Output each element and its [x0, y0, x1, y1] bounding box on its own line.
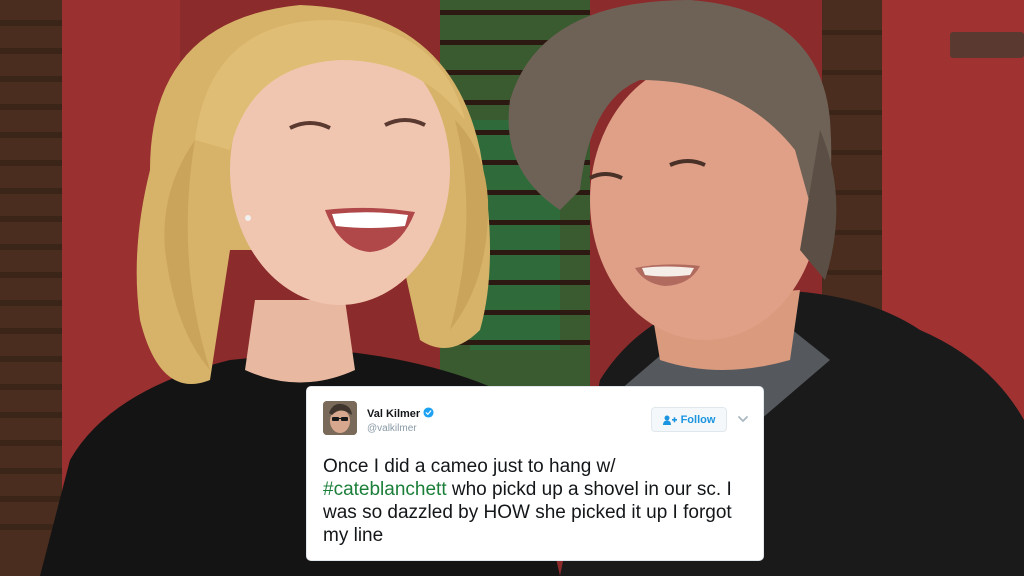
follow-button-label: Follow [680, 413, 716, 426]
embedded-tweet-card[interactable]: Val Kilmer @valkilmer Follow Once I did … [307, 387, 763, 560]
avatar-image [323, 401, 357, 435]
tweet-author-handle[interactable]: @valkilmer [367, 423, 417, 434]
avatar[interactable] [323, 401, 357, 435]
user-name-text[interactable]: Val Kilmer [367, 408, 420, 420]
verified-badge-icon [423, 407, 434, 418]
tweet-text: Once I did a cameo just to hang w/ #cate… [323, 455, 753, 547]
add-user-icon [662, 415, 677, 425]
photo-scene: Val Kilmer @valkilmer Follow Once I did … [0, 0, 1024, 576]
chevron-down-icon[interactable] [737, 414, 749, 424]
hashtag-link[interactable]: #cateblanchett [323, 479, 447, 500]
tweet-text-intro: Once I did a cameo just to hang w/ [323, 456, 616, 477]
follow-button[interactable]: Follow [651, 407, 727, 432]
tweet-author-name[interactable]: Val Kilmer [367, 407, 434, 420]
window-blinds-left [0, 0, 62, 576]
